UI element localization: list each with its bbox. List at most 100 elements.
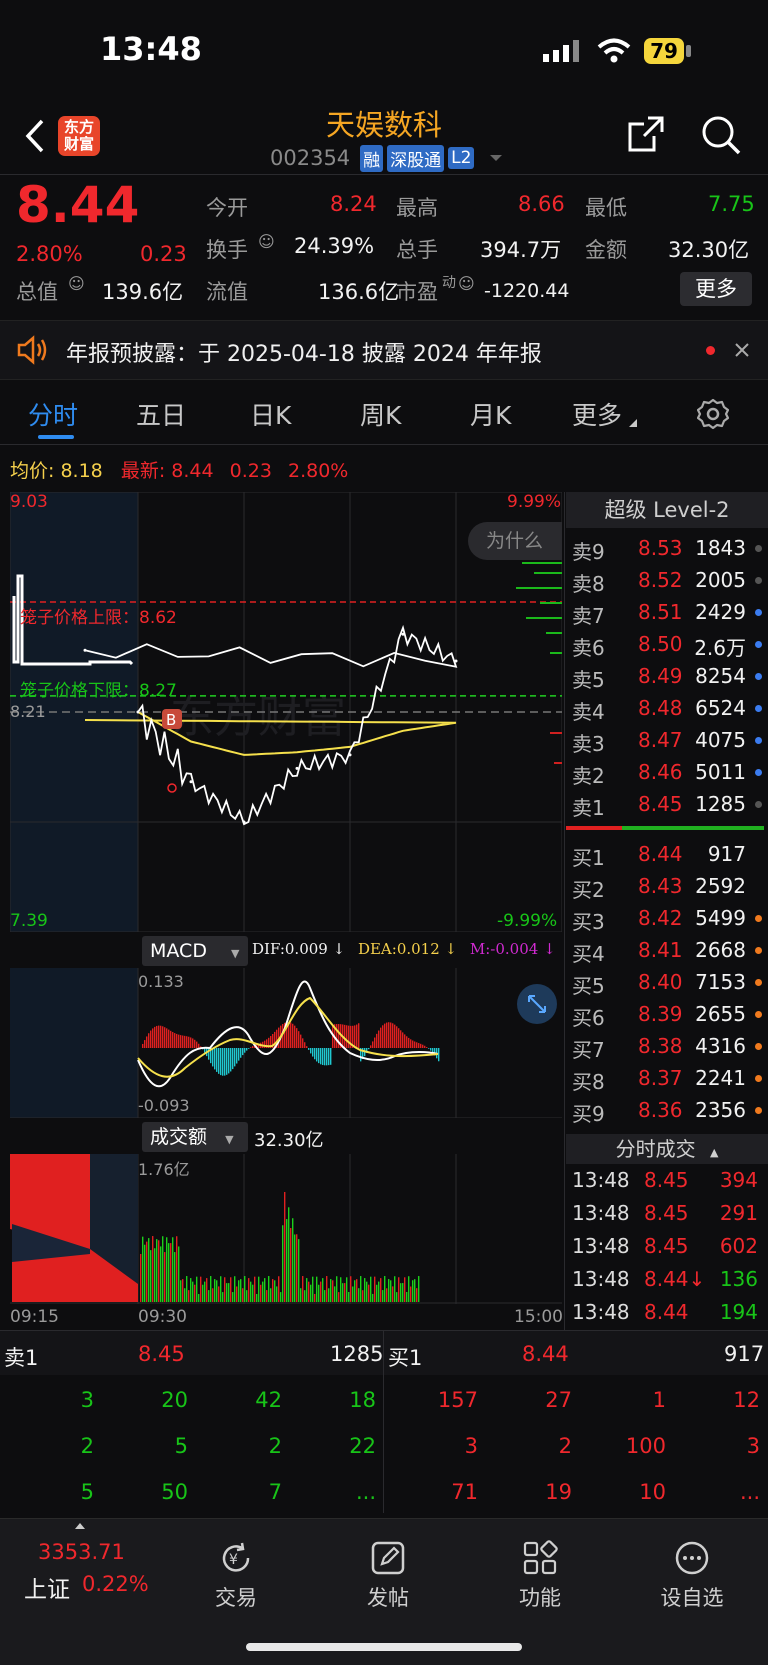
close-icon[interactable] (734, 342, 750, 358)
index-name[interactable]: 上证 (24, 1570, 70, 1604)
tick-price: 8.45 (644, 1234, 689, 1258)
volume-chart[interactable] (10, 1154, 562, 1304)
orderbook-row[interactable]: 卖3 8.47 4075 (566, 724, 764, 756)
volume-bar (332, 1280, 334, 1302)
orderbook-row[interactable]: 卖7 8.51 2429 (566, 596, 764, 628)
why-bubble[interactable]: 为什么 (468, 522, 562, 560)
tab-more[interactable]: 更多 (572, 396, 622, 432)
macd-bar (166, 1028, 168, 1048)
macd-bar (304, 1042, 306, 1048)
level-label: 卖1 (572, 796, 605, 820)
turnover-value: 24.39% (294, 234, 375, 258)
latest-label: 最新: (120, 460, 166, 482)
queue-cell: 10 (639, 1480, 666, 1504)
settings-gear-icon[interactable] (697, 398, 729, 430)
volume-bar (278, 1276, 280, 1302)
orderbook-row[interactable]: 买1 8.44 917 (566, 838, 764, 870)
macd-bar (238, 1048, 240, 1061)
tab-five-day[interactable]: 五日 (136, 396, 186, 432)
orderbook-row[interactable]: 卖5 8.49 8254 (566, 660, 764, 692)
volume-bar (324, 1290, 326, 1302)
info-icon[interactable]: ☺ (68, 274, 85, 293)
orderbook-row[interactable]: 卖9 8.53 1843 (566, 532, 764, 564)
tab-weekly-k[interactable]: 周K (360, 396, 401, 432)
volume-bar (260, 1284, 262, 1302)
more-dots-icon (675, 1541, 709, 1575)
orderbook-row[interactable]: 卖1 8.45 1285 (566, 788, 764, 820)
volume-bar (344, 1283, 346, 1302)
orderbook-row[interactable]: 买6 8.39 2655 (566, 998, 764, 1030)
volume-bar (340, 1277, 342, 1302)
stock-code-row[interactable]: 002354 融 深股通 L2 (270, 144, 504, 172)
info-icon[interactable]: ☺ (458, 274, 475, 293)
level-dot-icon (755, 705, 762, 712)
macd-bar (438, 1048, 440, 1062)
orderbook-row[interactable]: 买8 8.37 2241 (566, 1062, 764, 1094)
tab-intraday[interactable]: 分时 (28, 396, 78, 432)
info-icon[interactable]: ☺ (258, 232, 275, 251)
volume-bar (268, 1276, 270, 1302)
prev-close-label: 8.21 (10, 702, 46, 721)
volume-bar (264, 1278, 266, 1302)
macd-selector[interactable]: MACD ▼ (142, 936, 248, 966)
volume-bar (306, 1278, 308, 1302)
index-value[interactable]: 3353.71 (38, 1540, 125, 1564)
macd-bar (370, 1045, 372, 1048)
nav-functions[interactable]: 功能 (490, 1540, 590, 1612)
orderbook-row[interactable]: 买7 8.38 4316 (566, 1030, 764, 1062)
tab-monthly-k[interactable]: 月K (470, 396, 511, 432)
search-icon[interactable] (700, 114, 742, 156)
volume-value: 394.7万 (480, 238, 562, 262)
volume-bar (236, 1286, 238, 1302)
orderbook-row[interactable]: 卖2 8.46 5011 (566, 756, 764, 788)
nav-trade[interactable]: ¥ 交易 (186, 1540, 286, 1612)
unread-dot (706, 346, 715, 355)
volume-bar (214, 1279, 216, 1302)
volume-bar (192, 1281, 194, 1302)
orderbook-row[interactable]: 卖4 8.48 6524 (566, 692, 764, 724)
macd-bar (420, 1043, 422, 1048)
tick-price: 8.44↓ (644, 1267, 706, 1291)
speaker-icon (17, 335, 47, 365)
signal-icon (543, 40, 579, 62)
macd-bar (218, 1048, 220, 1074)
nav-trade-label: 交易 (215, 1586, 257, 1610)
volume-bar (300, 1288, 302, 1302)
orderbook-title[interactable]: 超级 Level-2 (566, 492, 768, 528)
orderbook-row[interactable]: 买3 8.42 5499 (566, 902, 764, 934)
tick-row: 13:48 8.45 394 (566, 1164, 764, 1196)
more-button[interactable]: 更多 (680, 272, 752, 306)
volume-bar (252, 1284, 254, 1302)
change-amount: 0.23 (140, 242, 187, 266)
index-percent[interactable]: 0.22% (82, 1572, 149, 1596)
volume-bar (254, 1276, 256, 1302)
orderbook-row[interactable]: 买5 8.40 7153 (566, 966, 764, 998)
level-price: 8.52 (638, 568, 683, 592)
open-value: 8.24 (330, 192, 377, 216)
watermark: 东方财富 (170, 692, 346, 743)
volume-bar (316, 1276, 318, 1302)
avg-value: 8.18 (60, 460, 103, 482)
volume-bar (258, 1276, 260, 1302)
volume-bar (220, 1276, 222, 1302)
nav-post[interactable]: 发帖 (338, 1540, 438, 1612)
share-icon[interactable] (626, 114, 666, 154)
macd-chart[interactable] (10, 968, 562, 1118)
macd-bar (418, 1043, 420, 1048)
ticks-title[interactable]: 分时成交 ▲ (566, 1134, 768, 1164)
macd-bar (310, 1048, 312, 1054)
tab-daily-k[interactable]: 日K (250, 396, 291, 432)
macd-bar (194, 1039, 196, 1048)
macd-bar (186, 1036, 188, 1048)
orderbook-row[interactable]: 买4 8.41 2668 (566, 934, 764, 966)
macd-bar (182, 1035, 184, 1048)
nav-watchlist[interactable]: 设自选 (642, 1540, 742, 1612)
orderbook-row[interactable]: 卖6 8.50 2.6万 (566, 628, 764, 660)
orderbook-row[interactable]: 买2 8.43 2592 (566, 870, 764, 902)
volume-selector[interactable]: 成交额 ▼ (142, 1122, 248, 1152)
level-dot-icon (755, 1043, 762, 1050)
macd-bar (376, 1033, 378, 1048)
orderbook-row[interactable]: 买9 8.36 2356 (566, 1094, 764, 1126)
orderbook-row[interactable]: 卖8 8.52 2005 (566, 564, 764, 596)
level-dot-icon (755, 801, 762, 808)
